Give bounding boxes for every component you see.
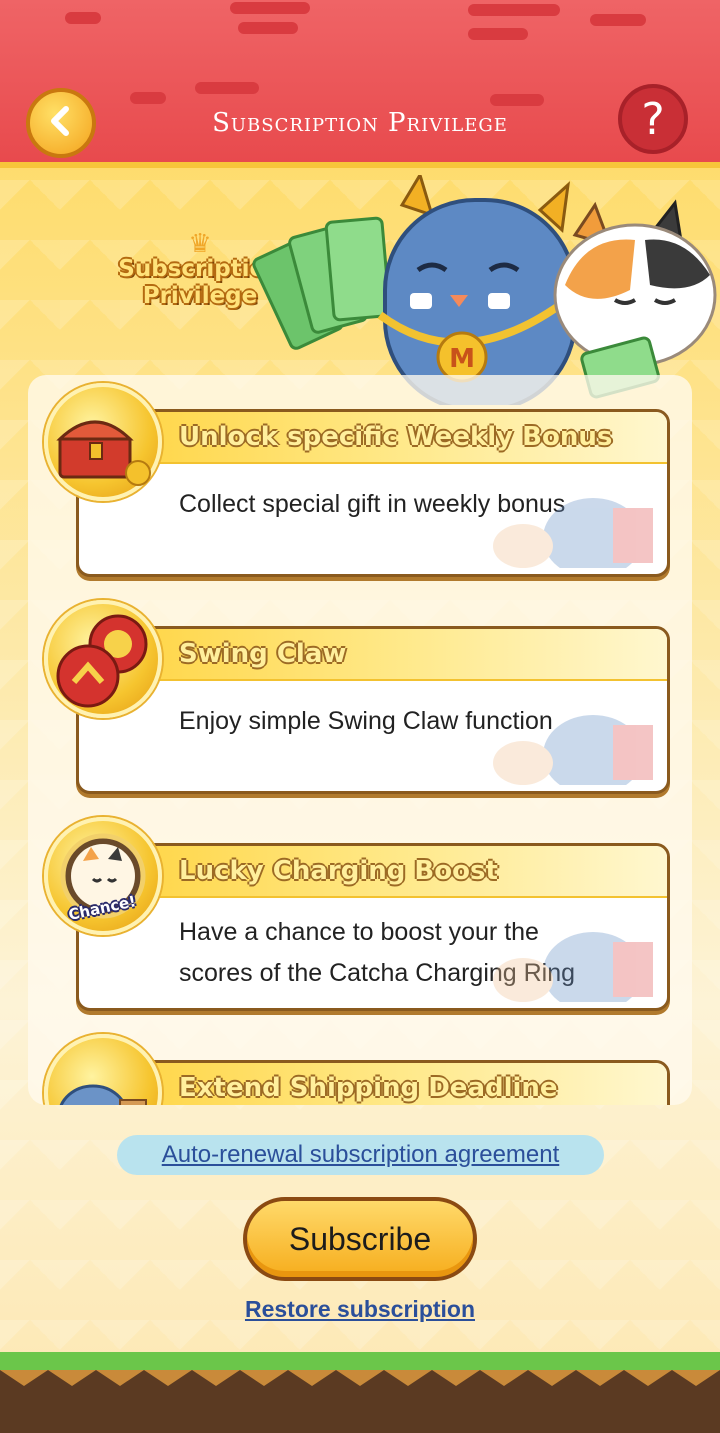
claw-chip-icon xyxy=(44,600,162,718)
privilege-title: Extend Shipping Deadline xyxy=(179,1073,558,1103)
chevron-left-icon xyxy=(44,104,78,143)
privilege-card: Unlock specific Weekly Bonus Collect spe… xyxy=(76,409,670,577)
header-decoration xyxy=(65,12,101,24)
mascot-watermark-icon xyxy=(493,932,653,1002)
svg-text:M: M xyxy=(449,344,475,374)
privilege-card: Extend Shipping Deadline xyxy=(76,1060,670,1105)
header-decoration xyxy=(468,28,528,40)
delivery-icon xyxy=(44,1034,162,1105)
treasure-chest-icon xyxy=(44,383,162,501)
privilege-title: Unlock specific Weekly Bonus xyxy=(179,422,613,452)
back-button[interactable] xyxy=(26,88,96,158)
privilege-title: Lucky Charging Boost xyxy=(179,856,498,886)
money-stack-icon xyxy=(252,216,392,350)
subscribe-button-label: Subscribe xyxy=(288,1220,432,1257)
header-decoration xyxy=(230,2,310,14)
restore-subscription-link[interactable]: Restore subscription xyxy=(200,1296,520,1323)
header-decoration xyxy=(195,82,259,94)
header-decoration xyxy=(238,22,298,34)
calico-cat-mascot xyxy=(553,199,717,399)
help-icon: ? xyxy=(641,93,665,145)
privilege-card: Swing Claw Enjoy simple Swing Claw funct… xyxy=(76,626,670,794)
header-decoration xyxy=(490,94,544,106)
page-title: Subscription Privilege xyxy=(212,108,508,138)
help-button[interactable]: ? xyxy=(618,84,688,154)
blue-monster-mascot: M xyxy=(377,175,577,405)
header-decoration xyxy=(468,4,560,16)
privilege-title: Swing Claw xyxy=(179,639,347,669)
auto-renewal-agreement-link[interactable]: Auto-renewal subscription agreement xyxy=(117,1135,604,1175)
header-decoration xyxy=(130,92,166,104)
mascot-watermark-icon xyxy=(493,498,653,568)
mascot-illustration: M xyxy=(252,175,717,405)
chance-cat-icon: Chance! xyxy=(44,817,162,935)
header-decoration xyxy=(590,14,646,26)
grass-ground-decoration xyxy=(0,1352,720,1433)
subscribe-button[interactable]: Subscribe xyxy=(243,1197,477,1281)
mascot-watermark-icon xyxy=(493,715,653,785)
top-bar: Subscription Privilege ? xyxy=(0,0,720,168)
privilege-list[interactable]: Unlock specific Weekly Bonus Collect spe… xyxy=(28,375,692,1105)
privilege-card: Lucky Charging Boost Have a chance to bo… xyxy=(76,843,670,1011)
